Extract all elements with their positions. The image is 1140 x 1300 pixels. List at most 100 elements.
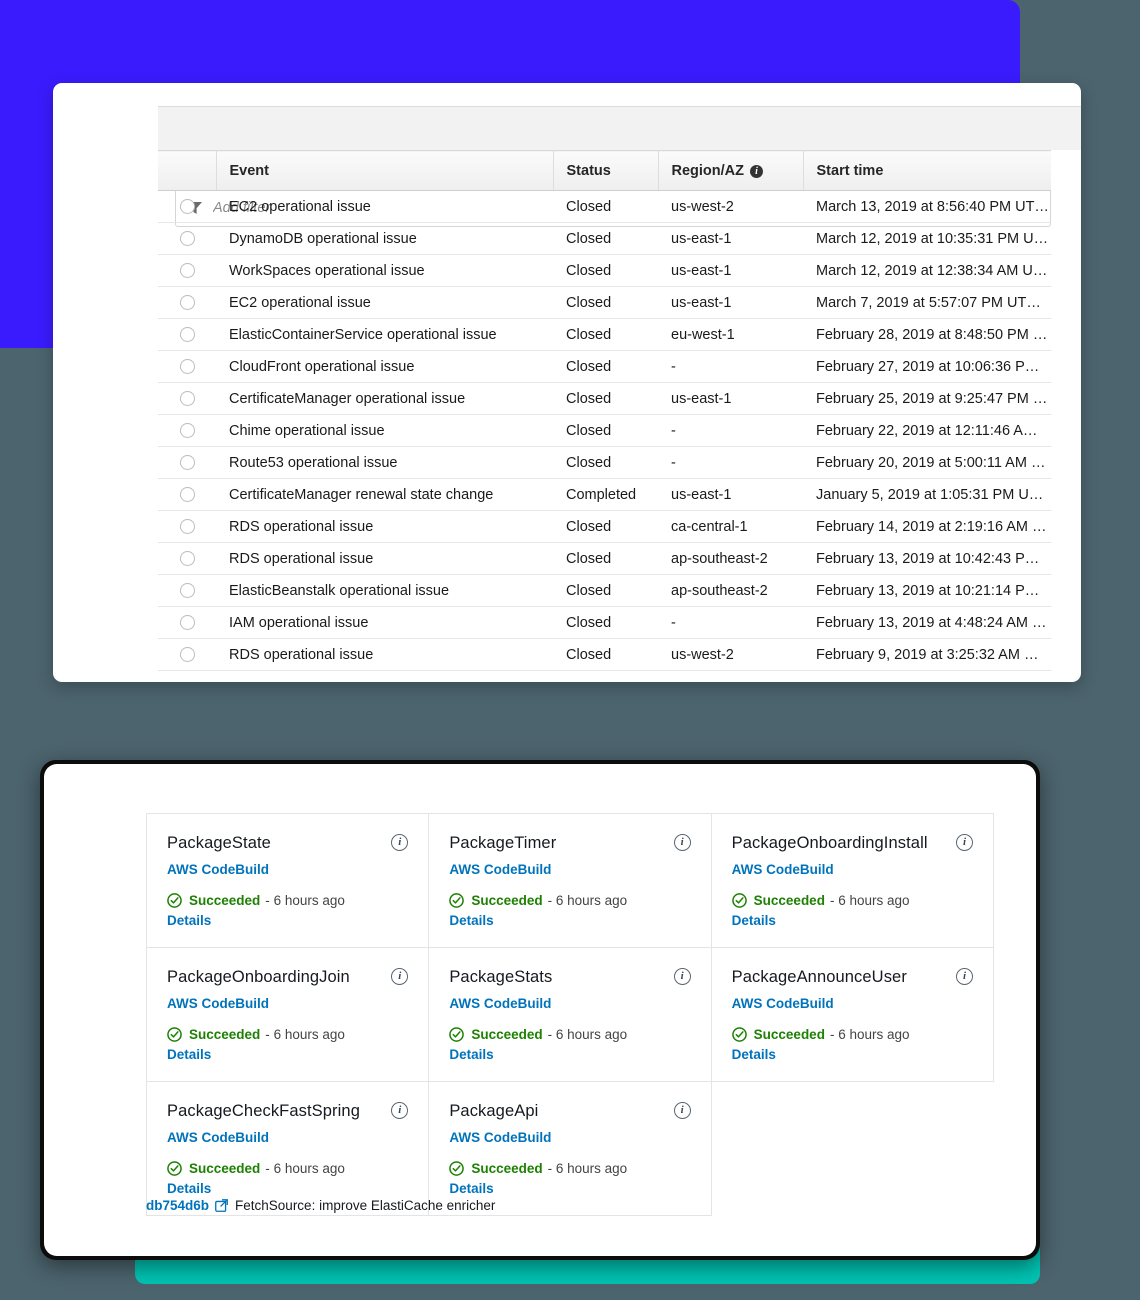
table-row[interactable]: IAM operational issue Closed - February 13,… — [158, 606, 1051, 639]
pipeline-card-details-link[interactable]: Details — [449, 913, 690, 928]
cell-status: Closed — [553, 286, 658, 319]
row-select-cell[interactable] — [158, 478, 216, 511]
pipeline-card-separator: - — [829, 893, 835, 908]
pipeline-card-details-link[interactable]: Details — [167, 1047, 408, 1062]
row-radio-button[interactable] — [179, 455, 195, 471]
table-row[interactable]: CertificateManager operational issue Clos… — [158, 382, 1051, 415]
table-row[interactable]: ElasticBeanstalk operational issue Closed… — [158, 574, 1051, 607]
table-row[interactable]: CloudFront operational issue Closed - Febru… — [158, 350, 1051, 383]
pipeline-card-status: Succeeded - 6 hours ago — [449, 893, 690, 908]
cell-start-time: February 28, 2019 at 8:48:50 PM … — [803, 318, 1051, 351]
row-select-cell[interactable] — [158, 446, 216, 479]
row-select-cell[interactable] — [158, 286, 216, 319]
row-select-cell[interactable] — [158, 222, 216, 255]
pipeline-card-details-link[interactable]: Details — [167, 1181, 408, 1196]
table-row[interactable]: Chime operational issue Closed - February 2… — [158, 414, 1051, 447]
pipeline-card[interactable]: PackageCheckFastSpring i AWS CodeBuild Succ… — [147, 1082, 430, 1216]
pipeline-card-details-link[interactable]: Details — [732, 1047, 973, 1062]
table-row[interactable]: WorkSpaces operational issue Closed us-eas… — [158, 254, 1051, 287]
pipeline-card-provider-link[interactable]: AWS CodeBuild — [167, 862, 408, 877]
info-circle-icon[interactable]: i — [673, 968, 691, 985]
row-radio-button[interactable] — [179, 519, 195, 535]
row-select-cell[interactable] — [158, 638, 216, 671]
table-row[interactable]: RDS operational issue Closed ap-southeast-… — [158, 542, 1051, 575]
pipeline-card-provider-link[interactable]: AWS CodeBuild — [732, 862, 973, 877]
pipeline-card[interactable]: PackageApi i AWS CodeBuild Succeeded - 6 hou… — [429, 1082, 712, 1216]
cell-start-time: February 9, 2019 at 3:25:32 AM … — [803, 638, 1051, 671]
events-table-wrapper: Event Status Region/AZ i Start time EC2 o… — [158, 150, 1051, 671]
pipeline-card-provider-link[interactable]: AWS CodeBuild — [167, 1130, 408, 1145]
pipeline-card-title: PackageCheckFastSpring — [167, 1102, 360, 1120]
pipeline-card-title: PackageStats — [449, 968, 553, 986]
table-row[interactable]: Route53 operational issue Closed - February… — [158, 446, 1051, 479]
external-link-icon[interactable] — [215, 1199, 228, 1212]
pipeline-card-provider-link[interactable]: AWS CodeBuild — [167, 996, 408, 1011]
column-header-status[interactable]: Status — [553, 150, 659, 191]
row-radio-button[interactable] — [179, 551, 195, 567]
commit-hash-link[interactable]: db754d6b — [146, 1198, 209, 1213]
row-radio-button[interactable] — [179, 199, 195, 215]
info-circle-icon[interactable]: i — [750, 164, 763, 178]
row-radio-button[interactable] — [179, 647, 195, 663]
row-radio-button[interactable] — [179, 359, 195, 375]
info-circle-icon[interactable]: i — [956, 834, 973, 851]
row-select-cell[interactable] — [158, 542, 216, 575]
row-radio-button[interactable] — [179, 263, 195, 279]
pipeline-card-placeholder — [712, 1082, 994, 1216]
table-row[interactable]: RDS operational issue Closed us-west-2 Febr… — [158, 638, 1051, 671]
table-row[interactable]: ElasticContainerService operational issu… — [158, 318, 1051, 351]
pipeline-card[interactable]: PackageTimer i AWS CodeBuild Succeeded - 6 h… — [429, 814, 712, 948]
info-circle-icon[interactable]: i — [391, 968, 409, 985]
row-select-cell[interactable] — [158, 606, 216, 639]
row-select-cell[interactable] — [158, 190, 216, 223]
table-row[interactable]: EC2 operational issue Closed us-west-2 Marc… — [158, 190, 1051, 223]
row-select-cell[interactable] — [158, 318, 216, 351]
column-header-region-az[interactable]: Region/AZ i — [658, 150, 804, 191]
table-row[interactable]: DynamoDB operational issue Closed us-east-… — [158, 222, 1051, 255]
row-select-cell[interactable] — [158, 254, 216, 287]
row-select-cell[interactable] — [158, 350, 216, 383]
info-circle-icon[interactable]: i — [391, 1102, 409, 1119]
pipeline-card-details-link[interactable]: Details — [449, 1181, 690, 1196]
pipeline-card-time-label: 6 hours ago — [273, 1027, 345, 1042]
column-header-start-time[interactable]: Start time — [803, 150, 1051, 191]
cell-event: DynamoDB operational issue — [216, 222, 553, 255]
cell-status: Completed — [553, 478, 658, 511]
pipeline-card[interactable]: PackageStats i AWS CodeBuild Succeeded - 6 h… — [429, 948, 712, 1082]
info-circle-icon[interactable]: i — [673, 1102, 691, 1119]
row-radio-button[interactable] — [179, 295, 195, 311]
pipeline-card-details-link[interactable]: Details — [732, 913, 973, 928]
check-circle-icon — [167, 1027, 182, 1042]
info-circle-icon[interactable]: i — [956, 968, 973, 985]
info-circle-icon[interactable]: i — [391, 834, 409, 851]
row-radio-button[interactable] — [179, 231, 195, 247]
pipeline-card-separator: - — [265, 1161, 270, 1176]
column-header-event[interactable]: Event — [216, 150, 554, 191]
row-radio-button[interactable] — [179, 327, 195, 343]
row-radio-button[interactable] — [179, 615, 195, 631]
table-row[interactable]: CertificateManager renewal state change C… — [158, 478, 1051, 511]
row-select-cell[interactable] — [158, 510, 216, 543]
row-select-cell[interactable] — [158, 382, 216, 415]
cell-region-az: eu-west-1 — [658, 318, 803, 351]
pipeline-card[interactable]: PackageOnboardingInstall i AWS CodeBuild Su… — [711, 814, 994, 948]
pipeline-card-provider-link[interactable]: AWS CodeBuild — [732, 996, 973, 1011]
pipeline-card-title: PackageState — [167, 834, 271, 852]
table-row[interactable]: RDS operational issue Closed ca-central-1 F… — [158, 510, 1051, 543]
row-radio-button[interactable] — [179, 423, 195, 439]
row-select-cell[interactable] — [158, 574, 216, 607]
pipeline-card-details-link[interactable]: Details — [449, 1047, 690, 1062]
pipeline-card[interactable]: PackageOnboardingJoin i AWS CodeBuild Succe… — [147, 948, 430, 1082]
pipeline-card-details-link[interactable]: Details — [167, 913, 408, 928]
row-select-cell[interactable] — [158, 414, 216, 447]
pipeline-card-provider-link[interactable]: AWS CodeBuild — [449, 862, 690, 877]
row-radio-button[interactable] — [179, 583, 195, 599]
info-circle-icon[interactable]: i — [673, 834, 691, 851]
pipeline-card[interactable]: PackageState i AWS CodeBuild Succeeded - 6 h… — [147, 814, 430, 948]
row-radio-button[interactable] — [179, 391, 195, 407]
pipeline-card[interactable]: PackageAnnounceUser i AWS CodeBuild Succeed… — [711, 948, 994, 1082]
pipeline-card-provider-link[interactable]: AWS CodeBuild — [449, 996, 690, 1011]
table-row[interactable]: EC2 operational issue Closed us-east-1 Marc… — [158, 286, 1051, 319]
row-radio-button[interactable] — [179, 487, 195, 503]
pipeline-card-provider-link[interactable]: AWS CodeBuild — [449, 1130, 690, 1145]
